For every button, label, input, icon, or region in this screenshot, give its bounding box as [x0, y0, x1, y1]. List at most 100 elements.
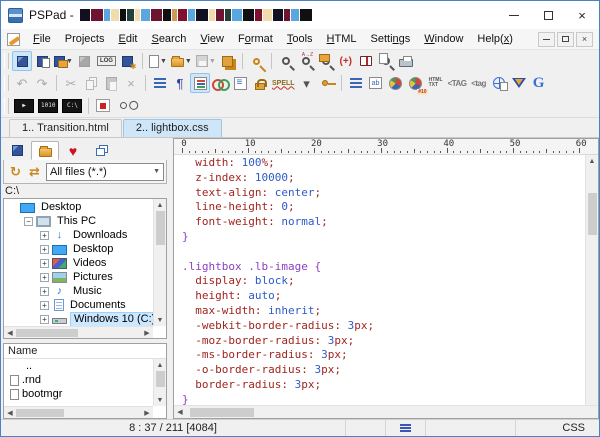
expand-icon[interactable]: + — [40, 287, 49, 296]
expand-icon[interactable]: + — [40, 259, 49, 268]
mdi-close-button[interactable]: × — [576, 32, 593, 47]
scroll-left-icon[interactable]: ◀ — [4, 327, 16, 339]
file-list-item[interactable]: .. — [4, 359, 153, 373]
print-icon[interactable] — [396, 51, 416, 71]
google-search-icon[interactable]: G — [529, 73, 549, 93]
document-tab[interactable]: 2.. lightbox.css — [123, 119, 222, 137]
toolbar-grip[interactable] — [4, 53, 9, 69]
expand-icon[interactable]: + — [40, 245, 49, 254]
document-tab[interactable]: 1.. Transition.html — [9, 119, 122, 137]
chevron-down-icon[interactable]: ▼ — [160, 58, 167, 65]
file-filter-select[interactable]: All files (*.*) ▼ — [46, 163, 164, 181]
expand-icon[interactable]: + — [40, 301, 49, 310]
tree-item-videos[interactable]: +Videos — [4, 256, 153, 270]
tree-item-documents[interactable]: +Documents — [4, 298, 153, 312]
menu-window[interactable]: Window — [417, 31, 470, 47]
tree-item-downloads[interactable]: +↓Downloads — [4, 228, 153, 242]
files-vertical-scrollbar[interactable]: ▲ ▼ — [153, 359, 166, 406]
project-log-icon[interactable]: LOG — [95, 51, 118, 71]
run-script-icon[interactable]: ▶ — [12, 96, 36, 116]
macro-record-icon[interactable] — [93, 96, 113, 116]
project-panel-tab[interactable] — [3, 141, 31, 160]
close-button[interactable]: × — [565, 1, 599, 29]
toolbar-grip[interactable] — [4, 75, 9, 91]
tree-item-desktop[interactable]: Desktop — [4, 200, 153, 214]
html-to-text-icon[interactable]: HTML TXT — [426, 73, 446, 93]
tree-horizontal-scrollbar[interactable]: ◀ ▶ — [4, 326, 153, 338]
save-file-icon[interactable]: ▼ — [194, 51, 218, 71]
menu-search[interactable]: Search — [144, 31, 193, 47]
search-replace-icon[interactable] — [296, 51, 316, 71]
project-open-icon[interactable] — [12, 51, 32, 71]
undo-icon[interactable]: ↶ — [12, 73, 32, 93]
menu-format[interactable]: Format — [231, 31, 280, 47]
menu-projects[interactable]: Projects — [58, 31, 112, 47]
text-select-icon[interactable]: ab — [366, 73, 386, 93]
search-icon[interactable] — [276, 51, 296, 71]
code-indent-icon[interactable] — [346, 73, 366, 93]
scroll-thumb[interactable] — [16, 329, 78, 337]
open-file-icon[interactable]: ▼ — [169, 51, 194, 71]
menu-view[interactable]: View — [193, 31, 231, 47]
project-open-dropdown-icon[interactable]: ▼ — [52, 51, 75, 71]
scroll-up-icon[interactable]: ▲ — [154, 359, 166, 371]
editor-vertical-scrollbar[interactable]: ▲ — [585, 155, 598, 405]
files-panel-tab[interactable] — [31, 141, 59, 160]
scroll-up-icon[interactable]: ▲ — [154, 199, 166, 211]
tree-vertical-scrollbar[interactable]: ▲ ▼ — [153, 199, 166, 326]
tree-item-desktop[interactable]: +Desktop — [4, 242, 153, 256]
goto-line-icon[interactable]: (+) — [336, 51, 356, 71]
chevron-down-icon[interactable]: ▼ — [185, 58, 192, 65]
show-formatting-icon[interactable]: ¶ — [170, 73, 190, 93]
scroll-down-icon[interactable]: ▼ — [154, 314, 166, 326]
tree-item-windows-10-c[interactable]: +Windows 10 (C:) — [4, 312, 153, 326]
chevron-down-icon[interactable]: ▼ — [209, 58, 216, 65]
expand-icon[interactable]: + — [40, 231, 49, 240]
folder-tree[interactable]: Desktop−This PC+↓Downloads+Desktop+Video… — [4, 199, 153, 326]
find-in-files-icon[interactable] — [316, 51, 336, 71]
file-list[interactable]: ...rndbootmgr — [4, 359, 153, 406]
tree-item-this-pc[interactable]: −This PC — [4, 214, 153, 228]
editor-horizontal-scrollbar[interactable]: ◀ — [174, 405, 598, 418]
scroll-thumb[interactable] — [16, 409, 64, 417]
mdi-minimize-button[interactable] — [538, 32, 555, 47]
lock-file-icon[interactable] — [250, 73, 270, 93]
key-icon[interactable] — [247, 51, 267, 71]
bookmark-list-icon[interactable] — [356, 51, 376, 71]
files-horizontal-scrollbar[interactable]: ◀ ▶ — [4, 406, 153, 418]
scroll-thumb[interactable] — [156, 371, 165, 387]
scroll-up-icon[interactable]: ▲ — [586, 155, 598, 167]
tree-item-pictures[interactable]: +Pictures — [4, 270, 153, 284]
windows-panel-tab[interactable] — [87, 141, 115, 160]
cut-icon[interactable]: ✂ — [61, 73, 81, 93]
expand-icon[interactable]: + — [40, 273, 49, 282]
menu-html[interactable]: HTML — [320, 31, 364, 47]
collapse-icon[interactable]: − — [24, 217, 33, 226]
save-all-icon[interactable] — [218, 51, 238, 71]
tag-lowercase-icon[interactable]: <tag — [469, 73, 489, 93]
scroll-right-icon[interactable]: ▶ — [141, 407, 153, 419]
maximize-button[interactable] — [531, 1, 565, 29]
pin-icon[interactable] — [317, 73, 337, 93]
copy-icon[interactable] — [81, 73, 101, 93]
tree-item-music[interactable]: +♪Music — [4, 284, 153, 298]
file-list-item[interactable]: .rnd — [4, 373, 153, 387]
mdi-restore-button[interactable] — [557, 32, 574, 47]
glasses-icon[interactable] — [113, 96, 133, 116]
project-save-icon[interactable] — [75, 51, 95, 71]
more-buttons-icon[interactable]: ▾ — [297, 73, 317, 93]
menu-edit[interactable]: Edit — [112, 31, 145, 47]
scroll-left-icon[interactable]: ◀ — [4, 407, 16, 419]
file-list-item[interactable]: bootmgr — [4, 387, 153, 401]
scroll-thumb[interactable] — [156, 211, 165, 245]
syntax-highlighting-status[interactable]: CSS — [516, 420, 599, 436]
syntax-highlighting-icon[interactable] — [190, 73, 210, 93]
reformat-code-icon[interactable] — [150, 73, 170, 93]
minimize-button[interactable] — [497, 1, 531, 29]
code-area[interactable]: width: 100%; z-index: 10000; text-align:… — [174, 155, 598, 405]
scroll-thumb[interactable] — [588, 193, 597, 235]
redo-icon[interactable]: ↷ — [32, 73, 52, 93]
favorites-panel-tab[interactable]: ♥ — [59, 141, 87, 160]
new-file-icon[interactable]: ▼ — [147, 51, 169, 71]
menu-file[interactable]: File — [26, 31, 58, 47]
